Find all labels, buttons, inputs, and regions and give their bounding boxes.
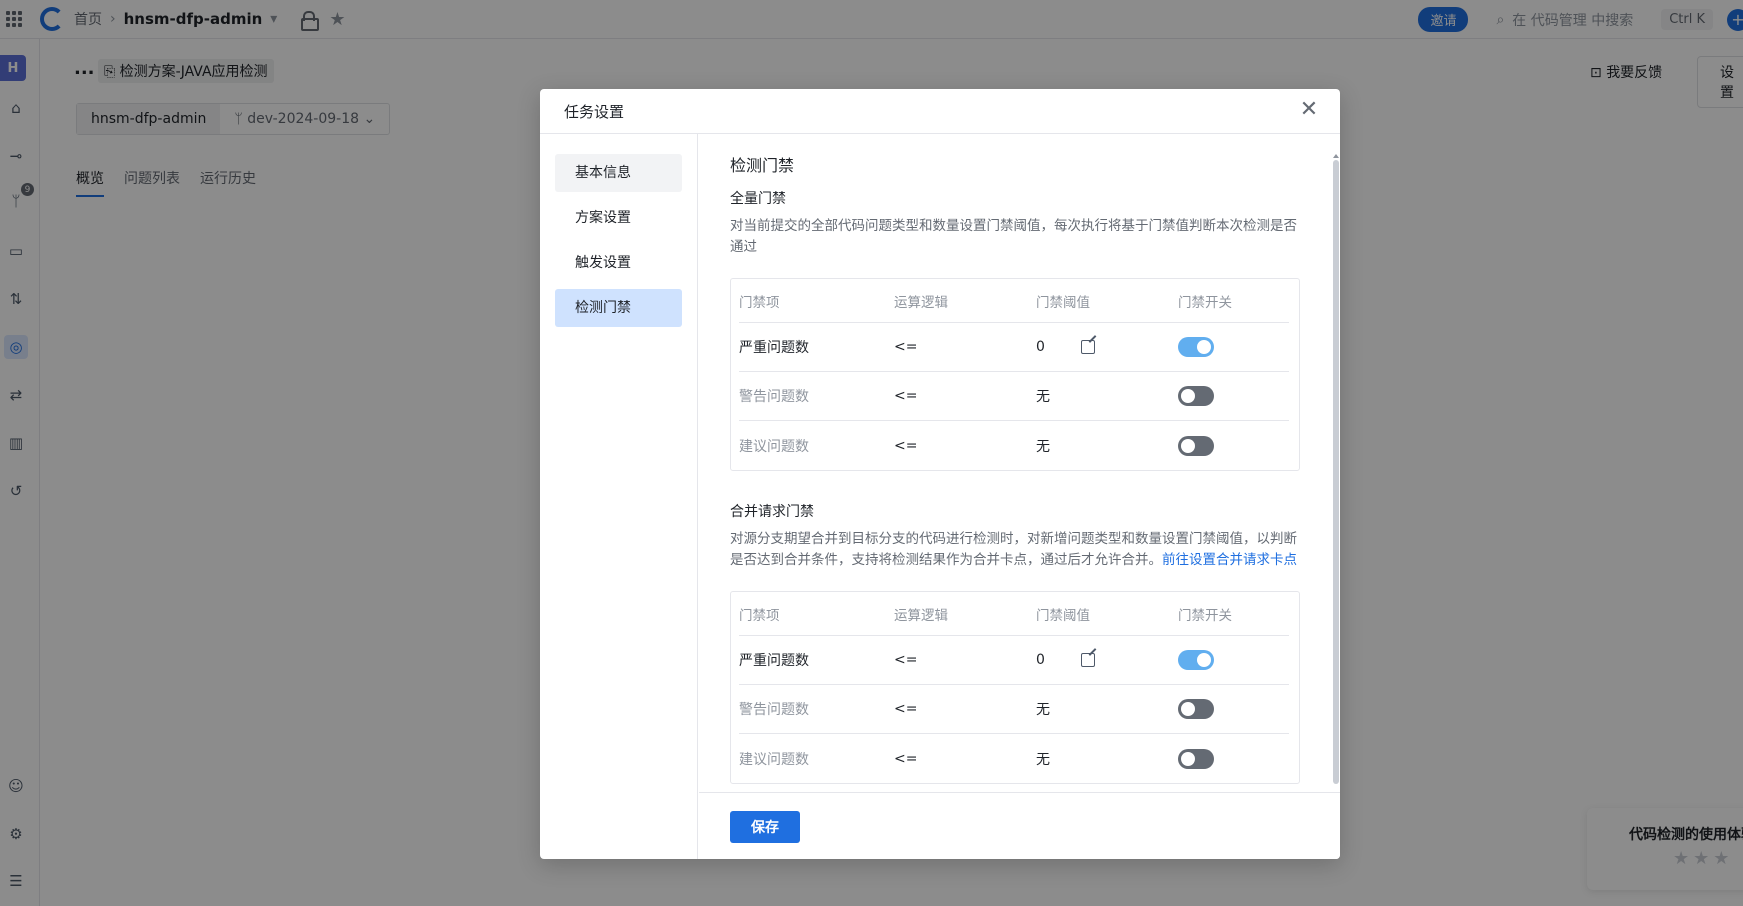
gate-threshold-value: 无	[1036, 389, 1050, 405]
save-button[interactable]: 保存	[730, 811, 800, 843]
nav-plan-settings[interactable]: 方案设置	[555, 199, 682, 237]
merge-gate-title: 合并请求门禁	[730, 504, 814, 520]
gate-threshold-value: 0	[1036, 339, 1045, 355]
gate-item: 严重问题数	[739, 340, 809, 356]
gate-op: <=	[894, 652, 918, 668]
modal-header: 任务设置	[540, 89, 1340, 134]
switch-knob	[1181, 751, 1195, 766]
full-gate-desc: 对当前提交的全部代码问题类型和数量设置门禁阈值，每次执行将基于门禁值判断本次检测…	[730, 218, 1297, 255]
gate-switch[interactable]	[1178, 337, 1214, 357]
table-row: 建议问题数 <= 无	[739, 734, 1289, 783]
modal-side-nav: 基本信息 方案设置 触发设置 检测门禁	[540, 134, 698, 859]
col-item: 门禁项	[739, 607, 780, 624]
table-row: 建议问题数 <= 无	[739, 421, 1289, 470]
col-item: 门禁项	[739, 294, 780, 311]
merge-gate-table: 门禁项 运算逻辑 门禁阈值 门禁开关 严重问题数 <= 0 警告问题数 <= 无	[730, 591, 1300, 784]
gate-switch[interactable]	[1178, 748, 1214, 769]
gate-op: <=	[894, 388, 918, 404]
col-op: 运算逻辑	[894, 607, 948, 624]
gate-item: 严重问题数	[739, 653, 809, 669]
modal-title: 任务设置	[564, 102, 625, 121]
gate-threshold-value: 无	[1036, 702, 1050, 718]
section-title: 检测门禁	[730, 156, 795, 175]
gate-item: 警告问题数	[739, 389, 809, 405]
gate-op: <=	[894, 701, 918, 717]
full-gate-table: 门禁项 运算逻辑 门禁阈值 门禁开关 严重问题数 <= 0 警告问题数 <= 无	[730, 278, 1300, 471]
close-icon[interactable]: ✕	[1298, 99, 1320, 121]
gate-threshold-value: 0	[1036, 652, 1045, 668]
table-header: 门禁项 运算逻辑 门禁阈值 门禁开关	[739, 592, 1289, 636]
table-header: 门禁项 运算逻辑 门禁阈值 门禁开关	[739, 279, 1289, 323]
gate-op: <=	[894, 437, 918, 454]
gate-threshold-value: 无	[1036, 438, 1050, 455]
table-row: 警告问题数 <= 无	[739, 372, 1289, 421]
modal-footer: 保存	[699, 792, 1340, 859]
gate-switch[interactable]	[1178, 386, 1214, 406]
gate-threshold-value: 无	[1036, 751, 1050, 768]
merge-settings-link[interactable]: 前往设置合并请求卡点	[1162, 552, 1297, 568]
modal-scrollbar[interactable]	[1332, 154, 1340, 794]
gate-item: 建议问题数	[739, 438, 809, 455]
col-switch: 门禁开关	[1178, 294, 1232, 311]
switch-knob	[1197, 653, 1211, 667]
table-row: 警告问题数 <= 无	[739, 685, 1289, 734]
gate-threshold: 0	[1036, 652, 1178, 668]
nav-trigger-settings[interactable]: 触发设置	[555, 244, 682, 282]
switch-knob	[1181, 389, 1195, 403]
modal-content: 检测门禁 全量门禁 对当前提交的全部代码问题类型和数量设置门禁阈值，每次执行将基…	[699, 134, 1340, 792]
col-threshold: 门禁阈值	[1036, 607, 1090, 624]
gate-switch[interactable]	[1178, 650, 1214, 670]
gate-threshold: 0	[1036, 339, 1178, 355]
gate-switch[interactable]	[1178, 435, 1214, 456]
scroll-thumb[interactable]	[1333, 160, 1339, 784]
full-gate-title: 全量门禁	[730, 191, 786, 207]
edit-icon[interactable]	[1080, 653, 1095, 667]
scroll-up-icon[interactable]	[1333, 154, 1339, 158]
switch-knob	[1181, 438, 1195, 453]
edit-icon[interactable]	[1080, 340, 1095, 354]
switch-knob	[1197, 340, 1211, 354]
col-switch: 门禁开关	[1178, 607, 1232, 624]
switch-knob	[1181, 702, 1195, 716]
merge-gate-desc: 对源分支期望合并到目标分支的代码进行检测时，对新增问题类型和数量设置门禁阈值，以…	[730, 529, 1300, 571]
gate-item: 建议问题数	[739, 751, 809, 768]
table-row: 严重问题数 <= 0	[739, 636, 1289, 685]
gate-op: <=	[894, 339, 918, 355]
col-op: 运算逻辑	[894, 294, 948, 311]
nav-basic-info[interactable]: 基本信息	[555, 154, 682, 192]
gate-switch[interactable]	[1178, 699, 1214, 719]
gate-item: 警告问题数	[739, 702, 809, 718]
task-settings-modal: 任务设置 ✕ 基本信息 方案设置 触发设置 检测门禁 检测门禁 全量门禁 对当前…	[540, 89, 1340, 859]
nav-quality-gate[interactable]: 检测门禁	[555, 289, 682, 327]
col-threshold: 门禁阈值	[1036, 294, 1090, 311]
table-row: 严重问题数 <= 0	[739, 323, 1289, 372]
gate-op: <=	[894, 750, 918, 767]
